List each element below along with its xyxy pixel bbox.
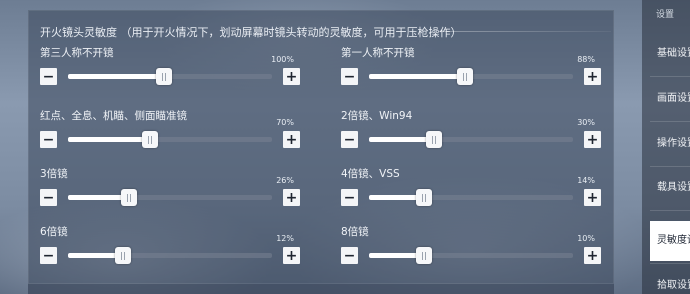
slider-label: 4倍镜、VSS [341, 168, 400, 180]
nav-item[interactable]: 基础设置 [650, 34, 690, 74]
slider-label: 红点、全息、机瞄、侧面瞄准镜 [40, 110, 187, 122]
increase-button[interactable]: + [584, 131, 601, 148]
decrease-button[interactable]: − [341, 68, 358, 85]
nav-item[interactable]: 拾取设置 [650, 266, 690, 294]
increase-button[interactable]: + [584, 68, 601, 85]
nav-divider [650, 121, 690, 122]
decrease-button[interactable]: − [341, 131, 358, 148]
next-section-edge [28, 284, 614, 294]
slider-label: 8倍镜 [341, 226, 369, 238]
nav-item[interactable]: 载具设置 [650, 168, 690, 208]
slider-value: 70% [276, 118, 294, 127]
decrease-button[interactable]: − [40, 68, 57, 85]
slider-handle[interactable] [142, 131, 158, 148]
decrease-button[interactable]: − [40, 247, 57, 264]
section-header: 开火镜头灵敏度 （用于开火情况下，划动屏幕时镜头转动的灵敏度，可用于压枪操作） [40, 26, 462, 39]
header-divider [439, 31, 611, 32]
nav-divider [650, 166, 690, 167]
nav-item[interactable]: 操作设置 [650, 124, 690, 164]
slider-label: 3倍镜 [40, 168, 68, 180]
slider-value: 100% [271, 55, 294, 64]
settings-title: 设置 [656, 10, 675, 20]
increase-button[interactable]: + [283, 189, 300, 206]
slider-value: 88% [577, 55, 595, 64]
slider-track[interactable] [369, 131, 573, 148]
slider-track[interactable] [369, 189, 573, 206]
slider-track[interactable] [68, 247, 272, 264]
slider-track[interactable] [369, 68, 573, 85]
slider-value: 26% [276, 176, 294, 185]
slider-label: 2倍镜、Win94 [341, 110, 413, 122]
slider-handle[interactable] [115, 247, 131, 264]
slider-track[interactable] [369, 247, 573, 264]
slider-value: 30% [577, 118, 595, 127]
nav-divider [650, 263, 690, 264]
slider-handle[interactable] [121, 189, 137, 206]
slider-label: 6倍镜 [40, 226, 68, 238]
increase-button[interactable]: + [283, 131, 300, 148]
increase-button[interactable]: + [584, 189, 601, 206]
slider-fill [369, 137, 434, 142]
slider-label: 第三人称不开镜 [40, 47, 114, 59]
nav-item[interactable]: 画面设置 [650, 79, 690, 119]
sensitivity-slider-row: 红点、全息、机瞄、侧面瞄准镜 70% − + [40, 108, 300, 168]
sensitivity-slider-row: 3倍镜 26% − + [40, 166, 300, 226]
slider-handle[interactable] [426, 131, 442, 148]
increase-button[interactable]: + [584, 247, 601, 264]
decrease-button[interactable]: − [341, 189, 358, 206]
sensitivity-panel: 开火镜头灵敏度 （用于开火情况下，划动屏幕时镜头转动的灵敏度，可用于压枪操作） … [28, 10, 614, 284]
slider-handle[interactable] [416, 189, 432, 206]
slider-value: 10% [577, 234, 595, 243]
sensitivity-slider-row: 4倍镜、VSS 14% − + [341, 166, 601, 226]
slider-handle[interactable] [156, 68, 172, 85]
sensitivity-slider-row: 2倍镜、Win94 30% − + [341, 108, 601, 168]
slider-fill [68, 195, 129, 200]
nav-divider [650, 210, 690, 211]
increase-button[interactable]: + [283, 68, 300, 85]
sensitivity-slider-row: 第一人称不开镜 88% − + [341, 45, 601, 105]
nav-item[interactable]: 灵敏度设置 [650, 221, 690, 261]
slider-value: 12% [276, 234, 294, 243]
slider-label: 第一人称不开镜 [341, 47, 415, 59]
increase-button[interactable]: + [283, 247, 300, 264]
slider-fill [68, 137, 150, 142]
slider-track[interactable] [68, 131, 272, 148]
nav-divider [650, 76, 690, 77]
slider-fill [68, 74, 164, 79]
sensitivity-slider-row: 8倍镜 10% − + [341, 224, 601, 284]
slider-track[interactable] [68, 189, 272, 206]
slider-handle[interactable] [416, 247, 432, 264]
decrease-button[interactable]: − [40, 131, 57, 148]
sensitivity-slider-row: 第三人称不开镜 100% − + [40, 45, 300, 105]
slider-value: 14% [577, 176, 595, 185]
sensitivity-slider-row: 6倍镜 12% − + [40, 224, 300, 284]
decrease-button[interactable]: − [341, 247, 358, 264]
decrease-button[interactable]: − [40, 189, 57, 206]
slider-fill [369, 74, 465, 79]
slider-handle[interactable] [457, 68, 473, 85]
slider-track[interactable] [68, 68, 272, 85]
